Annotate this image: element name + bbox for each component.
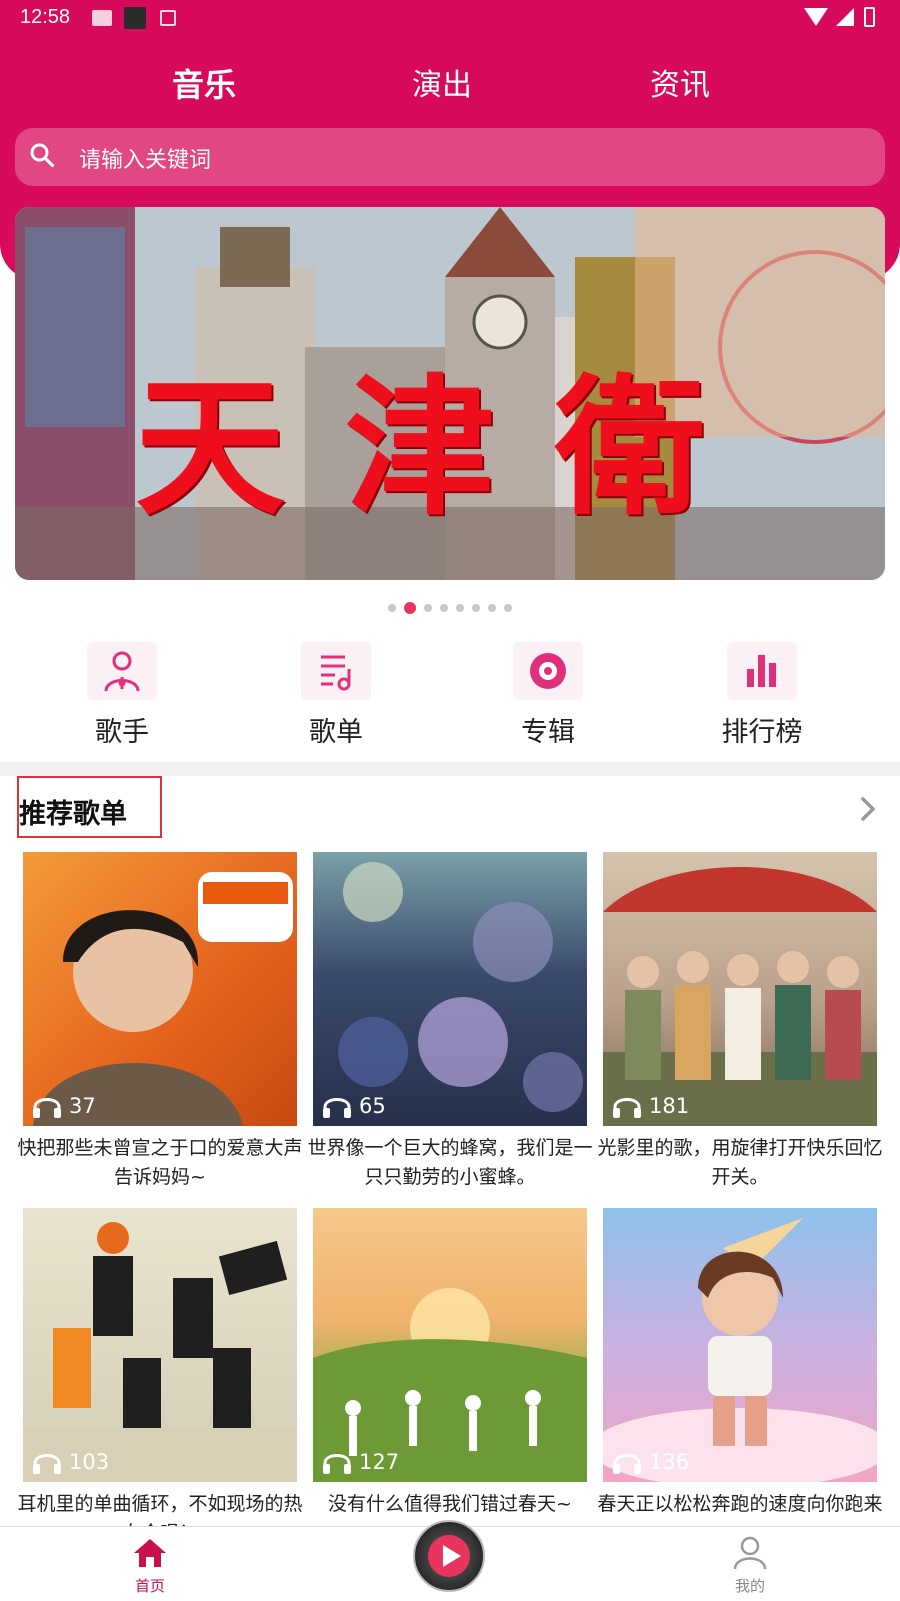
playlist-title[interactable]: 春天正以松松奔跑的速度向你跑来: [595, 1490, 885, 1519]
tab-mine[interactable]: 我的: [725, 1533, 775, 1595]
headphones-icon: [323, 1454, 351, 1474]
carousel-dot[interactable]: [504, 603, 512, 612]
player-button[interactable]: [413, 1520, 485, 1592]
playlist-cover: 136: [603, 1208, 877, 1482]
banner-title: 天津衛: [134, 360, 765, 536]
quick-nav-singer-label: 歌手: [95, 717, 149, 748]
app-notification-icon: [124, 7, 146, 29]
play-count-value: 37: [69, 1094, 96, 1118]
playlist-title[interactable]: 光影里的歌，用旋律打开快乐回忆开关。: [595, 1134, 885, 1192]
tab-music[interactable]: 音乐: [172, 60, 236, 106]
user-icon: [733, 1536, 767, 1570]
status-indicators: [804, 6, 884, 30]
status-time: 12:58: [20, 6, 71, 28]
signal-icon: [836, 8, 854, 26]
carousel-dot[interactable]: [472, 603, 480, 612]
playlist-title[interactable]: 没有什么值得我们错过春天~: [305, 1490, 595, 1519]
play-count-value: 127: [359, 1450, 400, 1474]
search-bar[interactable]: 请输入关键词: [15, 128, 885, 186]
quick-nav: 歌手 歌单 专辑 排行榜: [0, 640, 900, 750]
playlist-icon: [301, 642, 371, 700]
carousel-dot-active[interactable]: [404, 601, 416, 614]
tab-news[interactable]: 资讯: [650, 60, 710, 104]
playlist-title[interactable]: 世界像一个巨大的蜂窝，我们是一只只勤劳的小蜜蜂。: [305, 1134, 595, 1192]
singer-icon: [87, 642, 157, 700]
search-icon: [30, 143, 55, 168]
quick-nav-album-label: 专辑: [521, 717, 575, 748]
playlist-cover: 65: [313, 852, 587, 1126]
tab-home-label: 首页: [134, 1577, 165, 1595]
quick-nav-playlist[interactable]: 歌单: [266, 640, 406, 750]
quick-nav-playlist-label: 歌单: [309, 717, 363, 748]
playlist-cover: 37: [23, 852, 297, 1126]
playlist-cover: 181: [603, 852, 877, 1126]
battery-icon: [864, 7, 875, 27]
section-title: 推荐歌单: [19, 799, 127, 830]
carousel-dot[interactable]: [488, 603, 496, 612]
album-icon: [513, 642, 583, 700]
quick-nav-chart-label: 排行榜: [721, 717, 803, 748]
chart-icon: [727, 642, 797, 700]
carousel-dot[interactable]: [456, 603, 464, 612]
playlist-cover: 127: [313, 1208, 587, 1482]
headphones-icon: [33, 1454, 61, 1474]
quick-nav-album[interactable]: 专辑: [478, 640, 618, 750]
search-placeholder: 请输入关键词: [79, 148, 212, 173]
carousel-indicator: [0, 597, 900, 614]
wifi-icon: [804, 8, 828, 26]
tab-shows[interactable]: 演出: [412, 60, 472, 104]
headphones-icon: [613, 1454, 641, 1474]
tab-home[interactable]: 首页: [125, 1533, 175, 1595]
image-notification-icon: [92, 10, 112, 26]
section-header: 推荐歌单: [17, 776, 162, 838]
play-count-value: 65: [359, 1094, 386, 1118]
home-icon: [134, 1539, 166, 1567]
top-tabs: 音乐 演出 资讯: [0, 52, 900, 112]
font-notification-icon: [160, 10, 176, 26]
playlist-cover: 103: [23, 1208, 297, 1482]
carousel-dot[interactable]: [440, 603, 448, 612]
play-count-value: 181: [649, 1094, 690, 1118]
playlist-title[interactable]: 快把那些未曾宣之于口的爱意大声告诉妈妈~: [15, 1134, 305, 1192]
chevron-right-icon[interactable]: [860, 796, 876, 822]
headphones-icon: [33, 1098, 61, 1118]
headphones-icon: [323, 1098, 351, 1118]
tab-mine-label: 我的: [734, 1577, 765, 1595]
status-bar: 12:58: [0, 0, 900, 36]
play-count-value: 103: [69, 1450, 110, 1474]
quick-nav-singer[interactable]: 歌手: [52, 640, 192, 750]
headphones-icon: [613, 1098, 641, 1118]
quick-nav-chart[interactable]: 排行榜: [692, 640, 832, 750]
carousel-dot[interactable]: [388, 603, 396, 612]
section-divider: [0, 762, 900, 776]
carousel-dot[interactable]: [424, 603, 432, 612]
play-icon: [428, 1535, 470, 1577]
banner-carousel[interactable]: 天津衛: [15, 207, 885, 580]
play-count-value: 136: [649, 1450, 690, 1474]
